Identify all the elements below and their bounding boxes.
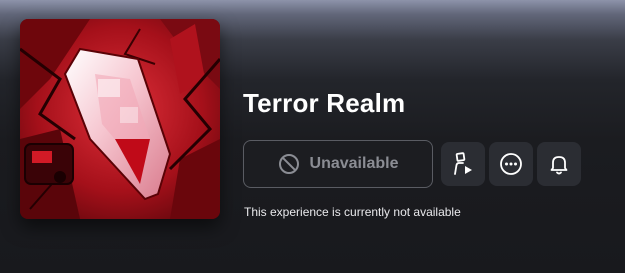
avatar-play-button[interactable] — [441, 142, 485, 186]
prohibited-icon — [278, 153, 300, 175]
experience-title: Terror Realm — [243, 88, 406, 118]
more-options-icon — [499, 152, 523, 176]
play-button-label: Unavailable — [309, 155, 399, 172]
unavailable-play-button[interactable]: Unavailable — [243, 140, 433, 188]
more-options-button[interactable] — [489, 142, 533, 186]
experience-thumbnail — [20, 19, 220, 219]
notify-button[interactable] — [537, 142, 581, 186]
bell-icon — [547, 152, 571, 176]
availability-notice: This experience is currently not availab… — [244, 205, 461, 219]
avatar-play-icon — [452, 152, 474, 176]
experience-thumbnail-image — [20, 19, 220, 219]
